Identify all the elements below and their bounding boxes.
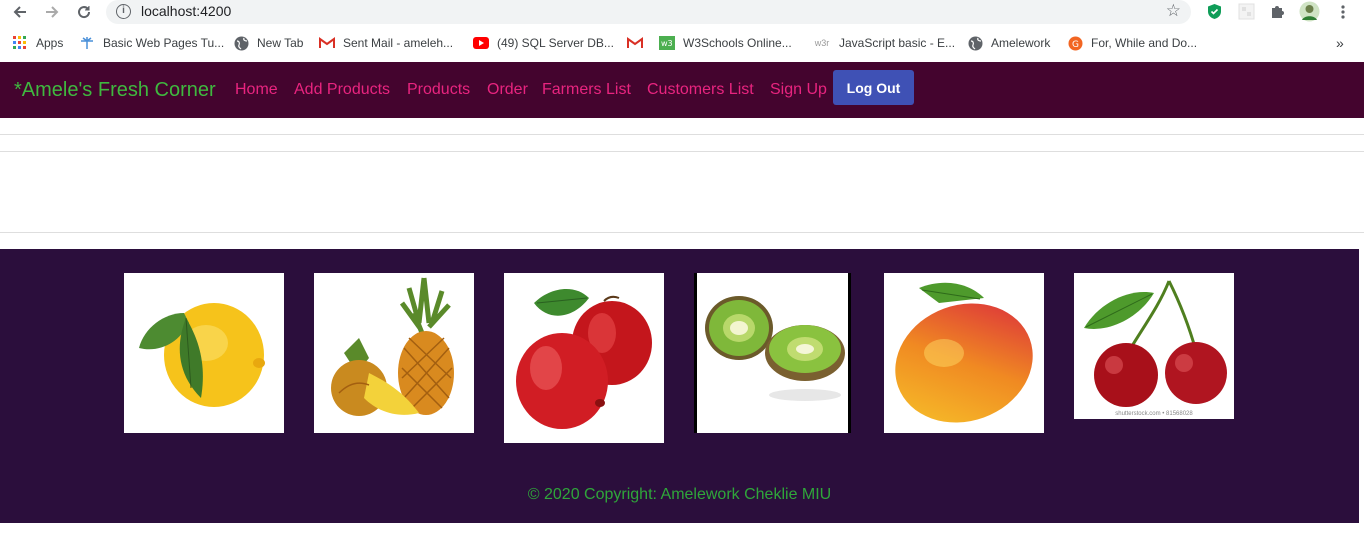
bookmark-label: Amelework (991, 36, 1051, 50)
bookmark-sent-mail[interactable]: Sent Mail - ameleh... (319, 35, 453, 51)
bookmarks-bar: Apps Basic Web Pages Tu... New Tab Sent … (0, 30, 1364, 56)
divider (0, 232, 1364, 233)
bookmark-star-icon[interactable]: ☆ (1166, 1, 1181, 21)
bookmark-amelework[interactable]: Amelework (967, 35, 1050, 51)
shield-extension-icon[interactable] (1206, 3, 1223, 20)
bookmark-basic-web-pages[interactable]: Basic Web Pages Tu... (79, 35, 224, 51)
puzzle-extensions-icon[interactable] (1269, 3, 1286, 20)
bookmark-for-while[interactable]: G For, While and Do... (1067, 35, 1197, 51)
bookmark-label: New Tab (257, 36, 304, 50)
nav-products[interactable]: Products (407, 81, 470, 99)
bookmark-gmail[interactable] (627, 35, 651, 51)
bookmark-label: Sent Mail - ameleh... (343, 36, 454, 50)
lemon-image (124, 273, 284, 433)
site-info-icon[interactable]: i (116, 4, 131, 19)
cherries-image: shutterstock.com • 81568028 (1074, 273, 1234, 419)
nav-farmers-list[interactable]: Farmers List (542, 81, 631, 99)
nav-order[interactable]: Order (487, 81, 528, 99)
nav-add-products[interactable]: Add Products (294, 81, 390, 99)
bookmark-new-tab[interactable]: New Tab (233, 35, 303, 51)
guru-icon: G (1067, 35, 1083, 51)
bookmark-label: For, While and Do... (1091, 36, 1198, 50)
stock-watermark: shutterstock.com • 81568028 (1115, 411, 1193, 417)
bookmark-label: (49) SQL Server DB... (497, 36, 614, 50)
youtube-icon (473, 35, 489, 51)
svg-text:w3: w3 (661, 39, 673, 48)
bookmark-javascript-basic[interactable]: w3r JavaScript basic - E... (813, 35, 955, 51)
bookmark-label: Apps (36, 36, 64, 50)
back-arrow-icon[interactable] (10, 2, 30, 22)
bookmark-apps[interactable]: Apps (12, 35, 63, 51)
nav-home[interactable]: Home (235, 81, 278, 99)
pineapple-image (314, 273, 474, 433)
bookmark-sql-server[interactable]: (49) SQL Server DB... (473, 35, 614, 51)
divider (0, 151, 1364, 152)
browser-toolbar: i localhost:4200 ☆ (0, 0, 1364, 27)
mango-image (884, 273, 1044, 433)
w3schools-icon: w3 (659, 35, 675, 51)
nav-customers-list[interactable]: Customers List (647, 81, 754, 99)
browser-menu-icon[interactable] (1333, 2, 1353, 22)
reload-icon[interactable] (74, 2, 94, 22)
bookmark-w3schools[interactable]: w3 W3Schools Online... (659, 35, 792, 51)
globe-icon (967, 35, 983, 51)
gmail-icon (319, 35, 335, 51)
web-pages-icon (79, 35, 95, 51)
bookmark-label: W3Schools Online... (683, 36, 792, 50)
logout-button[interactable]: Log Out (833, 70, 914, 105)
bookmark-label: JavaScript basic - E... (839, 36, 956, 50)
forward-arrow-icon[interactable] (42, 2, 62, 22)
brand-title[interactable]: *Amele's Fresh Corner (14, 79, 216, 102)
nav-sign-up[interactable]: Sign Up (770, 81, 827, 99)
footer: shutterstock.com • 81568028 © 2020 Copyr… (0, 249, 1359, 523)
globe-icon (233, 35, 249, 51)
kiwi-image (694, 273, 851, 433)
w3resource-icon: w3r (814, 38, 830, 48)
footer-copyright: © 2020 Copyright: Amelework Cheklie MIU (527, 486, 832, 503)
apps-grid-icon (12, 35, 28, 51)
url-text: localhost:4200 (141, 3, 232, 19)
more-bookmarks-icon[interactable]: » (1336, 35, 1344, 51)
bookmark-label: Basic Web Pages Tu... (103, 36, 225, 50)
gmail-icon (627, 35, 643, 51)
profile-avatar[interactable] (1299, 1, 1320, 22)
grid-extension-icon[interactable] (1238, 3, 1255, 20)
svg-text:G: G (1072, 40, 1079, 50)
app-navbar: *Amele's Fresh Corner Home Add Products … (0, 62, 1364, 118)
apples-image (504, 273, 664, 443)
divider (0, 134, 1364, 135)
address-bar[interactable]: i localhost:4200 ☆ (106, 0, 1191, 24)
